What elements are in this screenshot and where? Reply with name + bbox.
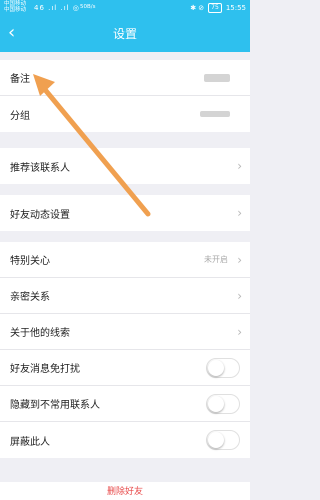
row-label: 屏蔽此人 bbox=[10, 436, 50, 448]
hide-uncommon-toggle[interactable] bbox=[206, 393, 240, 414]
row-remark[interactable]: 备注 bbox=[0, 60, 250, 96]
clock: 15:55 bbox=[225, 4, 246, 12]
row-intimate-relationship[interactable]: 亲密关系 › bbox=[0, 278, 250, 314]
special-care-status: 未开启 bbox=[204, 255, 228, 264]
row-label: 隐藏到不常用联系人 bbox=[10, 400, 100, 411]
row-recommend-contact[interactable]: 推荐该联系人 › bbox=[0, 148, 250, 184]
bluetooth-mute-icon: ✱ ⊘ bbox=[190, 4, 205, 12]
group-value-redacted bbox=[200, 111, 230, 117]
toggle-knob bbox=[208, 432, 224, 448]
network-speed: 50B/s bbox=[80, 4, 96, 10]
carrier-info: 中国移动 中国移动 bbox=[4, 1, 27, 13]
settings-group-relations: 特别关心 未开启 › 亲密关系 › 关于他的线索 › 好友消息免打扰 隐藏到不常… bbox=[0, 242, 250, 458]
row-label: 关于他的线索 bbox=[10, 328, 70, 339]
do-not-disturb-toggle[interactable] bbox=[206, 357, 240, 378]
toggle-knob bbox=[208, 359, 224, 376]
nav-bar: ‹ 设置 bbox=[0, 16, 250, 52]
row-clues-about-him[interactable]: 关于他的线索 › bbox=[0, 314, 250, 350]
page-title: 设置 bbox=[112, 27, 137, 41]
signal-icon: 46 .ıl .ıl ◎ bbox=[34, 4, 80, 12]
status-right: ✱ ⊘ 75 15:55 bbox=[190, 3, 246, 13]
row-label: 亲密关系 bbox=[10, 292, 50, 303]
row-hide-to-uncommon: 隐藏到不常用联系人 bbox=[0, 386, 250, 422]
row-label: 好友动态设置 bbox=[10, 209, 70, 221]
chevron-right-icon: › bbox=[237, 288, 242, 303]
row-label: 好友消息免打扰 bbox=[10, 364, 80, 375]
row-label: 推荐该联系人 bbox=[10, 162, 70, 174]
row-friend-moments-settings[interactable]: 好友动态设置 › bbox=[0, 195, 250, 231]
row-label: 备注 bbox=[10, 74, 30, 85]
row-do-not-disturb: 好友消息免打扰 bbox=[0, 350, 250, 386]
settings-group-moments: 好友动态设置 › bbox=[0, 195, 250, 231]
chevron-right-icon: › bbox=[237, 206, 242, 220]
battery-icon: 75 bbox=[208, 3, 222, 13]
settings-group-basic: 备注 分组 bbox=[0, 60, 250, 132]
chevron-right-icon: › bbox=[237, 324, 242, 339]
row-label: 分组 bbox=[10, 110, 30, 122]
row-special-care[interactable]: 特别关心 未开启 › bbox=[0, 242, 250, 278]
block-person-toggle[interactable] bbox=[206, 430, 240, 450]
status-bar: 中国移动 中国移动 46 .ıl .ıl ◎ 50B/s ✱ ⊘ 75 15:5… bbox=[0, 0, 250, 16]
remark-value-redacted bbox=[204, 73, 230, 82]
row-label: 特别关心 bbox=[10, 256, 50, 267]
row-block-person: 屏蔽此人 bbox=[0, 422, 250, 458]
delete-friend-button[interactable]: 删除好友 bbox=[0, 482, 250, 500]
chevron-right-icon: › bbox=[237, 252, 242, 267]
settings-group-recommend: 推荐该联系人 › bbox=[0, 148, 250, 184]
row-group[interactable]: 分组 bbox=[0, 96, 250, 132]
chevron-right-icon: › bbox=[237, 159, 242, 173]
carrier-line-2: 中国移动 bbox=[4, 6, 27, 13]
toggle-knob bbox=[208, 395, 224, 412]
